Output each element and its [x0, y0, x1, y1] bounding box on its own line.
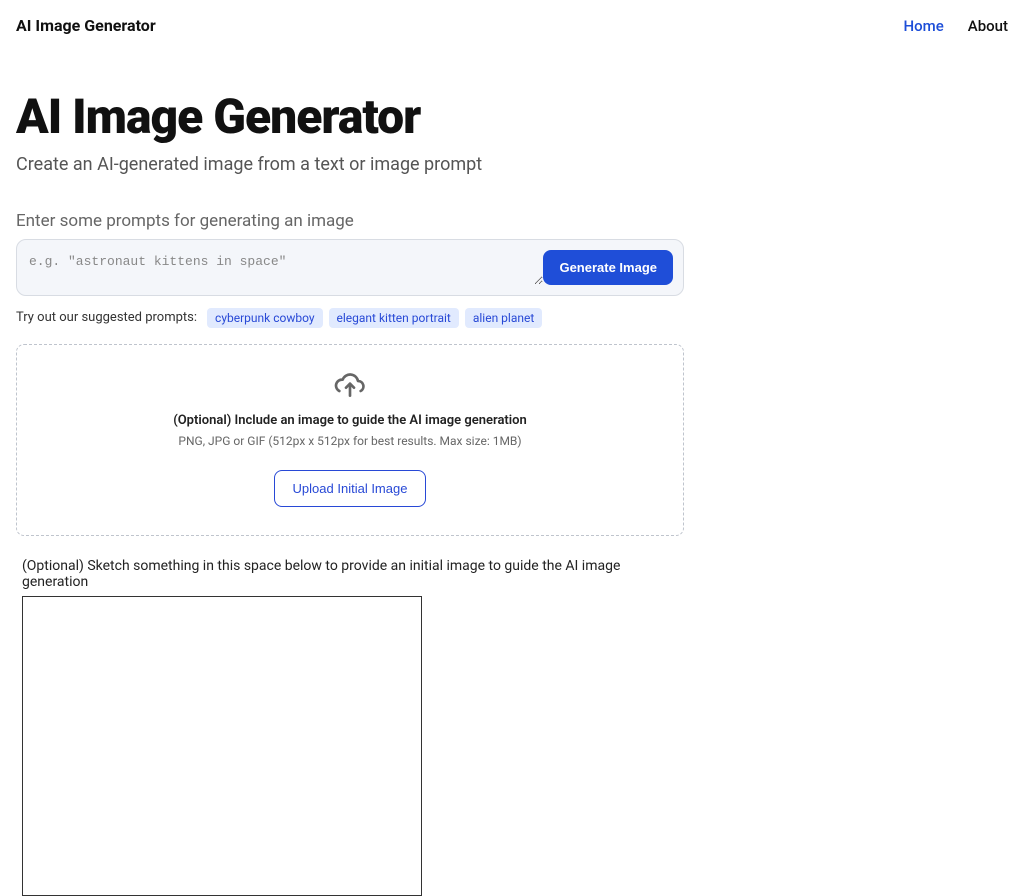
cloud-upload-icon [33, 369, 667, 405]
prompt-input[interactable] [29, 250, 543, 285]
nav-home-link[interactable]: Home [904, 17, 944, 35]
upload-title: (Optional) Include an image to guide the… [33, 413, 667, 428]
page-subtitle: Create an AI-generated image from a text… [16, 154, 684, 175]
suggested-chip[interactable]: cyberpunk cowboy [207, 308, 322, 328]
nav-about-link[interactable]: About [968, 17, 1008, 35]
suggested-prompts-label: Try out our suggested prompts: [16, 310, 197, 325]
prompt-row: Generate Image [16, 239, 684, 296]
generate-image-button[interactable]: Generate Image [543, 250, 673, 285]
suggested-chip[interactable]: elegant kitten portrait [329, 308, 459, 328]
prompt-label: Enter some prompts for generating an ima… [16, 211, 684, 231]
upload-subtitle: PNG, JPG or GIF (512px x 512px for best … [33, 434, 667, 448]
suggested-chip[interactable]: alien planet [465, 308, 542, 328]
nav-brand: AI Image Generator [16, 16, 156, 35]
upload-dropzone[interactable]: (Optional) Include an image to guide the… [16, 344, 684, 536]
sketch-canvas[interactable] [22, 596, 422, 896]
sketch-label: (Optional) Sketch something in this spac… [22, 558, 684, 590]
upload-initial-image-button[interactable]: Upload Initial Image [274, 470, 427, 507]
nav-links: Home About [904, 17, 1009, 35]
page-title: AI Image Generator [16, 91, 684, 144]
